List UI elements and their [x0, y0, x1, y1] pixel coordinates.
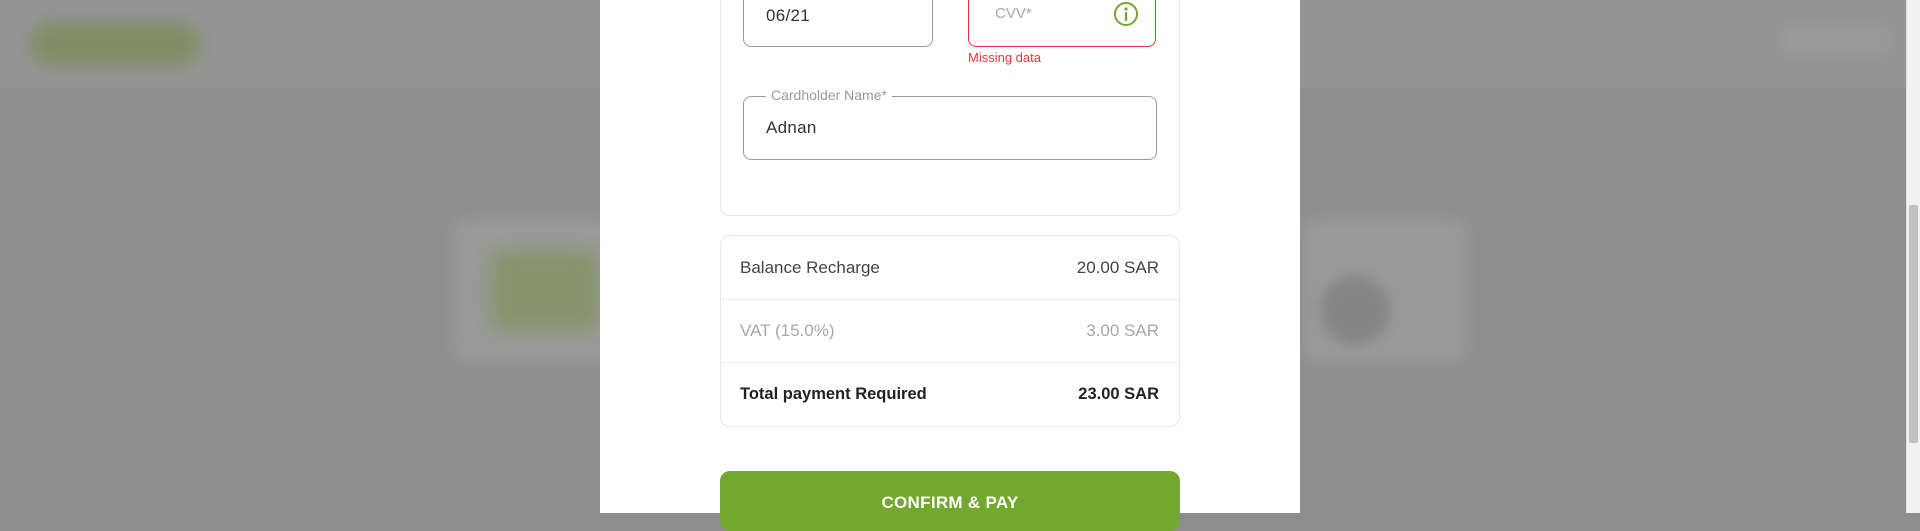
summary-row-vat: VAT (15.0%) 3.00 SAR	[721, 299, 1179, 362]
summary-label: Total payment Required	[740, 384, 927, 403]
background-nav-right	[1780, 25, 1890, 55]
cvv-field[interactable]: CVV*	[968, 0, 1156, 47]
background-card-left	[490, 250, 600, 330]
cardholder-name-label: Cardholder Name*	[766, 87, 892, 103]
summary-row-balance: Balance Recharge 20.00 SAR	[721, 236, 1179, 299]
cvv-placeholder: CVV*	[995, 5, 1032, 22]
background-logo	[30, 22, 200, 66]
summary-amount: 20.00 SAR	[1076, 257, 1159, 277]
summary-label: Balance Recharge	[740, 257, 880, 277]
page-scrollbar[interactable]	[1906, 0, 1920, 513]
payment-summary: Balance Recharge 20.00 SAR VAT (15.0%) 3…	[720, 235, 1180, 427]
summary-amount: 3.00 SAR	[1086, 321, 1159, 340]
summary-amount: 23.00 SAR	[1078, 384, 1159, 403]
background-avatar	[1320, 275, 1390, 345]
info-icon[interactable]	[1113, 1, 1139, 27]
summary-label: VAT (15.0%)	[740, 321, 835, 340]
scrollbar-thumb[interactable]	[1909, 205, 1918, 443]
cvv-error-message: Missing data	[968, 50, 1041, 65]
summary-row-total: Total payment Required 23.00 SAR	[721, 362, 1179, 425]
confirm-pay-button[interactable]: CONFIRM & PAY	[720, 471, 1180, 531]
cardholder-name-value: Adnan	[766, 118, 817, 137]
expiry-date-field[interactable]: 06/21	[743, 0, 933, 47]
expiry-date-value: 06/21	[766, 5, 811, 25]
cardholder-name-field[interactable]: Cardholder Name* Adnan	[743, 87, 1157, 160]
